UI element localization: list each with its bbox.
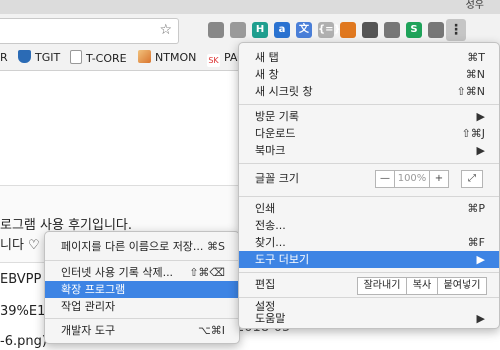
page-text-line: 니다 ♡ — [0, 238, 40, 253]
menu-item-shortcut: ⌘N — [465, 68, 485, 81]
menu-item-shortcut: ⇧⌘⌫ — [189, 266, 225, 279]
cut-button[interactable]: 잘라내기 — [357, 277, 407, 295]
extension-icon[interactable]: {=} — [318, 22, 341, 38]
extension-icon[interactable] — [340, 22, 356, 38]
menu-item-label: 새 탭 — [255, 51, 279, 64]
menu-item-label: 편집 — [255, 278, 276, 291]
content-box — [0, 71, 238, 186]
page-icon — [70, 50, 82, 64]
menu-item-label: 다운로드 — [255, 127, 296, 140]
bookmarks-item[interactable]: 북마크 ▶ — [239, 142, 499, 159]
extension-icon[interactable] — [362, 22, 378, 38]
extension-icon[interactable]: H — [252, 22, 268, 38]
menu-item-shortcut: ⌘P — [467, 202, 485, 215]
menu-item-shortcut: ⌘F — [467, 236, 485, 249]
menu-separator — [239, 272, 499, 273]
new-incognito-window-item[interactable]: 새 시크릿 창 ⇧⌘N — [239, 83, 499, 100]
task-manager-item[interactable]: 작업 관리자 — [45, 298, 239, 315]
developer-tools-item[interactable]: 개발자 도구 ⌥⌘I — [45, 322, 239, 339]
clear-browsing-data-item[interactable]: 인터넷 사용 기록 삭제... ⇧⌘⌫ — [45, 264, 239, 281]
page-text-line: EBVPP — [0, 272, 42, 287]
zoom-in-button[interactable]: + — [429, 170, 449, 188]
menu-item-shortcut: ⌥⌘I — [198, 324, 225, 337]
zoom-row: 글꼴 크기 — [239, 167, 499, 191]
menu-item-label: 개발자 도구 — [61, 324, 116, 337]
extension-icon[interactable] — [384, 22, 400, 38]
extension-icon[interactable]: a — [274, 22, 290, 38]
menu-item-label: 북마크 — [255, 144, 286, 157]
menu-separator — [239, 104, 499, 105]
menu-item-label: 확장 프로그램 — [61, 283, 126, 296]
submenu-arrow-icon: ▶ — [476, 253, 485, 266]
submenu-arrow-icon: ▶ — [476, 144, 485, 157]
submenu-arrow-icon: ▶ — [476, 110, 485, 123]
extension-icon[interactable]: S — [406, 22, 422, 38]
menu-item-label: 도구 더보기 — [255, 253, 310, 266]
menu-item-shortcut: ⌘S — [207, 240, 225, 253]
new-window-item[interactable]: 새 창 ⌘N — [239, 66, 499, 83]
page-text-line: -6.png) — [0, 334, 47, 349]
bookmark-item-tgit[interactable]: TGIT — [18, 50, 60, 66]
menu-item-label: 인쇄 — [255, 202, 276, 215]
address-bar[interactable]: ☆ — [0, 18, 179, 44]
extension-icon[interactable]: 文 — [296, 22, 312, 38]
star-icon[interactable]: ☆ — [159, 22, 172, 38]
page-text-line: 39%E1 — [0, 304, 46, 319]
menu-kebab-button[interactable]: ⋮ — [446, 19, 466, 41]
chart-icon — [138, 50, 151, 63]
menu-item-label: 전송... — [255, 219, 286, 232]
menu-item-label: 방문 기록 — [255, 110, 299, 123]
shield-icon — [18, 50, 31, 63]
fullscreen-icon[interactable]: ⤢ — [461, 170, 483, 188]
menu-item-shortcut: ⇧⌘J — [461, 127, 485, 140]
bookmark-item-tcore[interactable]: T-CORE — [70, 50, 127, 66]
menu-item-label: 글꼴 크기 — [255, 172, 299, 185]
menu-item-label: 인터넷 사용 기록 삭제... — [61, 266, 174, 279]
menu-item-label: 새 시크릿 창 — [255, 85, 313, 98]
bookmark-item[interactable]: R — [0, 50, 8, 66]
downloads-item[interactable]: 다운로드 ⇧⌘J — [239, 125, 499, 142]
menu-item-label: 작업 관리자 — [61, 300, 116, 313]
more-tools-submenu: 페이지를 다른 이름으로 저장... ⌘S 인터넷 사용 기록 삭제... ⇧⌘… — [44, 231, 240, 344]
extension-icon[interactable] — [230, 22, 246, 38]
menu-separator — [45, 318, 239, 319]
submenu-arrow-icon: ▶ — [476, 312, 485, 325]
menu-item-shortcut: ⌘T — [467, 51, 485, 64]
profile-bar: 성우 — [0, 0, 500, 14]
menu-separator — [45, 260, 239, 261]
save-page-as-item[interactable]: 페이지를 다른 이름으로 저장... ⌘S — [45, 238, 239, 255]
zoom-level: 100% — [394, 170, 430, 188]
menu-item-label: 새 창 — [255, 68, 279, 81]
menu-item-label: 페이지를 다른 이름으로 저장... — [61, 240, 204, 253]
more-tools-item[interactable]: 도구 더보기 ▶ — [239, 251, 499, 268]
bookmark-item-ntmon[interactable]: NTMON — [138, 50, 196, 66]
paste-button[interactable]: 붙여넣기 — [437, 277, 487, 295]
new-tab-item[interactable]: 새 탭 ⌘T — [239, 49, 499, 66]
sk-logo-icon: SK — [207, 54, 220, 67]
print-item[interactable]: 인쇄 ⌘P — [239, 200, 499, 217]
menu-item-shortcut: ⇧⌘N — [456, 85, 485, 98]
profile-name[interactable]: 성우 — [466, 0, 484, 12]
copy-button[interactable]: 복사 — [406, 277, 438, 295]
cast-item[interactable]: 전송... — [239, 217, 499, 234]
menu-separator — [239, 163, 499, 164]
menu-item-label: 찾기... — [255, 236, 286, 249]
extensions-item[interactable]: 확장 프로그램 — [45, 281, 239, 298]
chrome-main-menu: 새 탭 ⌘T 새 창 ⌘N 새 시크릿 창 ⇧⌘N 방문 기록 ▶ 다운로드 ⇧… — [238, 42, 500, 329]
menu-item-label: 도움말 — [255, 312, 286, 325]
extension-icon[interactable] — [208, 22, 224, 38]
help-item[interactable]: 도움말 ▶ — [239, 310, 499, 327]
menu-separator — [239, 196, 499, 197]
zoom-out-button[interactable]: — — [375, 170, 395, 188]
history-item[interactable]: 방문 기록 ▶ — [239, 108, 499, 125]
extension-icon[interactable] — [428, 22, 444, 38]
find-item[interactable]: 찾기... ⌘F — [239, 234, 499, 251]
